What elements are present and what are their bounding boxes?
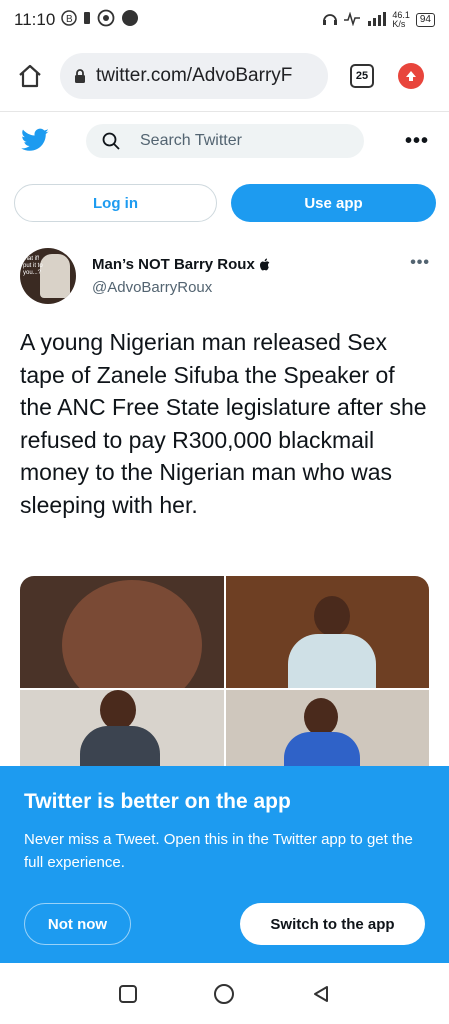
twitter-header: Search Twitter •••	[0, 115, 449, 167]
photo-subject	[313, 596, 350, 636]
update-button[interactable]	[398, 62, 424, 89]
author-name: Man’s NOT Barry Roux	[92, 256, 255, 273]
upload-icon	[406, 70, 416, 81]
tab-switcher-button[interactable]: 25	[350, 63, 374, 88]
tweet-header: that if! put it to you...? Man’s NOT Bar…	[20, 248, 430, 308]
apple-icon	[259, 258, 270, 271]
tweet-photos	[20, 576, 429, 766]
back-nav-icon[interactable]	[311, 984, 331, 1004]
tweet-more-button[interactable]: •••	[410, 254, 430, 308]
whatsapp-business-icon	[121, 9, 139, 32]
lock-icon	[75, 68, 85, 83]
square-nav-icon[interactable]	[118, 984, 138, 1004]
avatar-portrait	[40, 254, 70, 298]
circle-nav-icon[interactable]	[213, 983, 235, 1005]
tweet-photo-4[interactable]	[225, 690, 429, 766]
status-time: 11:10	[14, 10, 56, 29]
signal-icon	[366, 11, 387, 30]
address-bar[interactable]: twitter.com/AdvoBarryF	[60, 52, 328, 99]
search-placeholder: Search Twitter	[140, 132, 242, 149]
notification-b-icon: B	[61, 9, 78, 31]
home-button[interactable]	[14, 60, 46, 92]
status-bar: 11:10 B 46.1 K/s 94	[0, 0, 449, 40]
network-speed: 46.1 K/s	[392, 10, 410, 29]
battery-indicator: 94	[415, 13, 435, 27]
promo-text: Never miss a Tweet. Open this in the Twi…	[24, 831, 413, 871]
avatar[interactable]: that if! put it to you...?	[20, 248, 76, 304]
photo-subject	[303, 698, 338, 736]
svg-text:B: B	[66, 14, 73, 25]
sim-icon	[83, 10, 91, 31]
photo-subject	[62, 580, 202, 688]
author-name-row: Man’s NOT Barry Roux	[92, 256, 270, 273]
twitter-bird-icon[interactable]	[20, 128, 50, 154]
url-text: twitter.com/AdvoBarryF	[96, 64, 293, 86]
app-promo-banner: Twitter is better on the app Never miss …	[0, 766, 449, 963]
auth-buttons: Log in Use app	[14, 184, 436, 222]
not-now-button[interactable]: Not now	[24, 903, 131, 945]
photo-subject-clothing	[287, 634, 376, 688]
promo-title: Twitter is better on the app	[24, 790, 291, 813]
photo-subject-clothing	[80, 726, 160, 766]
activity-icon	[344, 11, 361, 29]
avatar-caption: that if! put it to you...?	[23, 256, 43, 276]
status-left: 11:10 B	[14, 9, 139, 32]
photo-subject	[100, 690, 136, 730]
headset-icon	[322, 11, 338, 30]
browser-toolbar: twitter.com/AdvoBarryF 25	[0, 40, 449, 112]
home-icon	[19, 64, 41, 87]
system-nav-bar	[0, 963, 449, 1024]
tweet-text: A young Nigerian man released Sex tape o…	[20, 329, 427, 518]
tweet-photo-3[interactable]	[20, 690, 224, 766]
search-input[interactable]: Search Twitter	[86, 124, 364, 158]
whatsapp-icon	[97, 9, 115, 32]
author-block[interactable]: Man’s NOT Barry Roux @AdvoBarryRoux	[92, 256, 270, 308]
tweet-photo-2[interactable]	[225, 576, 429, 688]
switch-to-app-button[interactable]: Switch to the app	[240, 903, 425, 945]
search-icon	[102, 132, 120, 150]
tweet-photo-1[interactable]	[20, 576, 224, 688]
promo-actions: Not now Switch to the app	[24, 903, 425, 945]
author-handle: @AdvoBarryRoux	[92, 279, 213, 296]
more-options-button[interactable]: •••	[405, 130, 429, 153]
login-button[interactable]: Log in	[14, 184, 217, 222]
use-app-button[interactable]: Use app	[231, 184, 436, 222]
status-right: 46.1 K/s 94	[322, 11, 435, 30]
photo-subject-clothing	[283, 732, 360, 766]
